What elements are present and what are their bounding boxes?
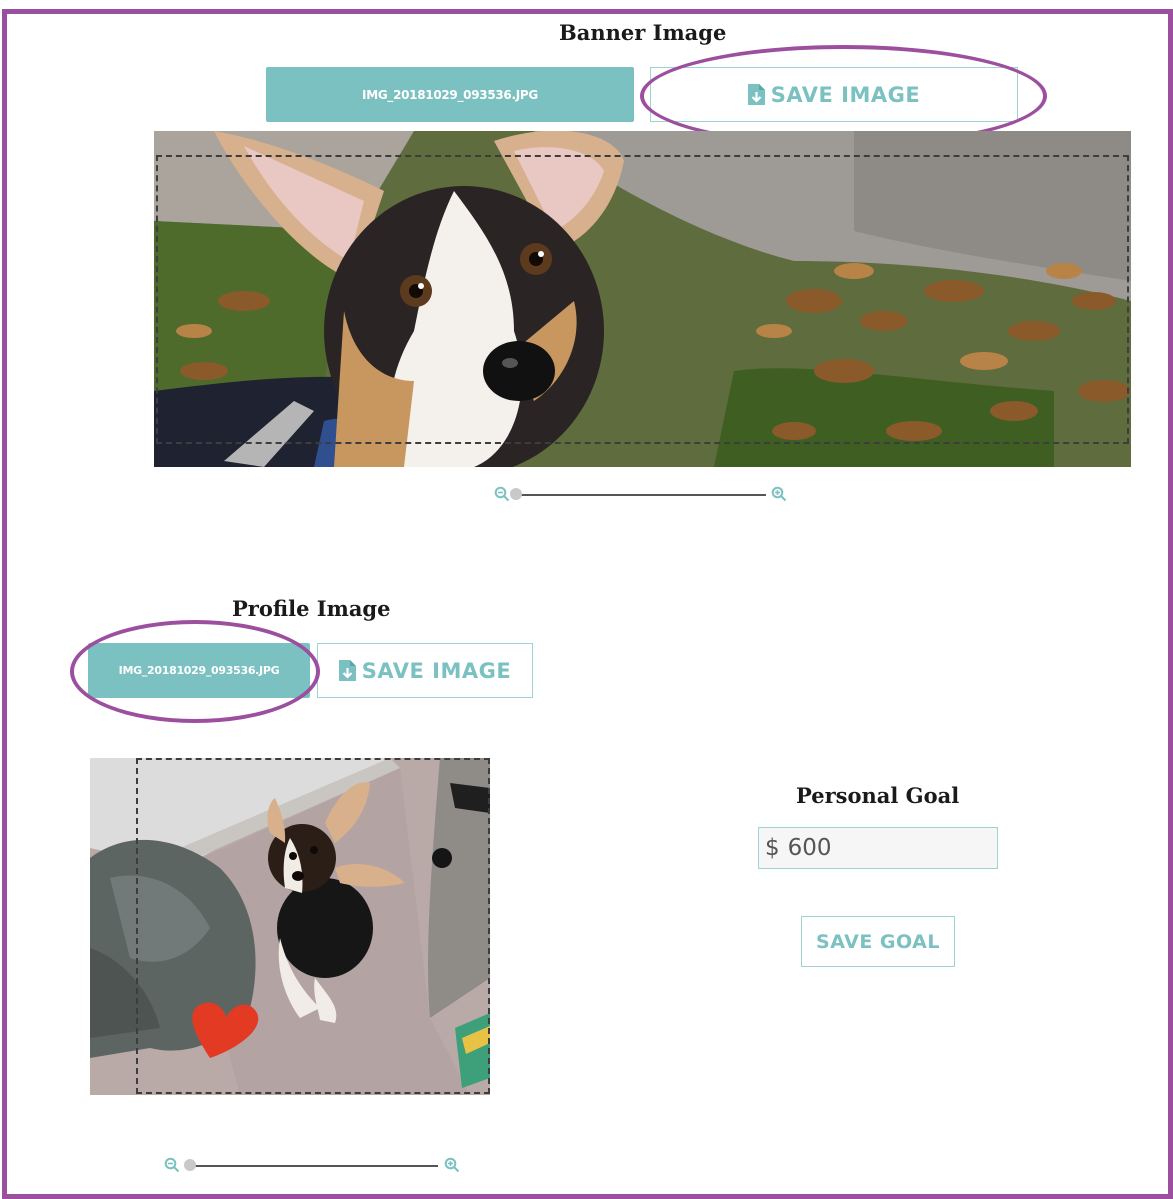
profile-zoom-handle[interactable] <box>184 1159 196 1171</box>
profile-photo[interactable] <box>90 758 490 1095</box>
profile-file-name: IMG_20181029_093536.JPG <box>118 664 280 677</box>
banner-file-name: IMG_20181029_093536.JPG <box>362 87 538 102</box>
profile-zoom-slider[interactable] <box>164 1156 464 1176</box>
profile-heading: Profile Image <box>232 596 391 621</box>
banner-heading: Banner Image <box>559 20 727 45</box>
file-save-icon <box>747 84 765 105</box>
save-goal-button[interactable]: SAVE GOAL <box>801 916 955 967</box>
profile-photo-art <box>90 758 490 1095</box>
zoom-in-icon[interactable] <box>771 486 787 502</box>
banner-save-image-button[interactable]: SAVE IMAGE <box>650 67 1018 122</box>
banner-photo[interactable] <box>154 131 1131 467</box>
file-save-icon <box>338 660 356 681</box>
profile-zoom-track <box>186 1165 438 1167</box>
zoom-out-icon[interactable] <box>164 1157 180 1173</box>
zoom-in-icon[interactable] <box>444 1157 460 1173</box>
zoom-out-icon[interactable] <box>494 486 510 502</box>
profile-save-image-button[interactable]: SAVE IMAGE <box>317 643 533 698</box>
banner-save-label: SAVE IMAGE <box>770 82 921 107</box>
profile-save-label: SAVE IMAGE <box>361 658 512 683</box>
banner-zoom-handle[interactable] <box>510 488 522 500</box>
banner-zoom-track <box>514 494 766 496</box>
currency-symbol: $ <box>765 835 780 861</box>
goal-amount-field[interactable]: $ <box>758 827 998 869</box>
banner-photo-art <box>154 131 1131 467</box>
banner-file-button[interactable]: IMG_20181029_093536.JPG <box>266 67 634 122</box>
profile-file-button[interactable]: IMG_20181029_093536.JPG <box>88 643 310 698</box>
banner-zoom-slider[interactable] <box>494 485 794 505</box>
goal-amount-input[interactable] <box>779 835 968 861</box>
save-goal-label: SAVE GOAL <box>816 930 940 953</box>
goal-heading: Personal Goal <box>796 783 960 808</box>
